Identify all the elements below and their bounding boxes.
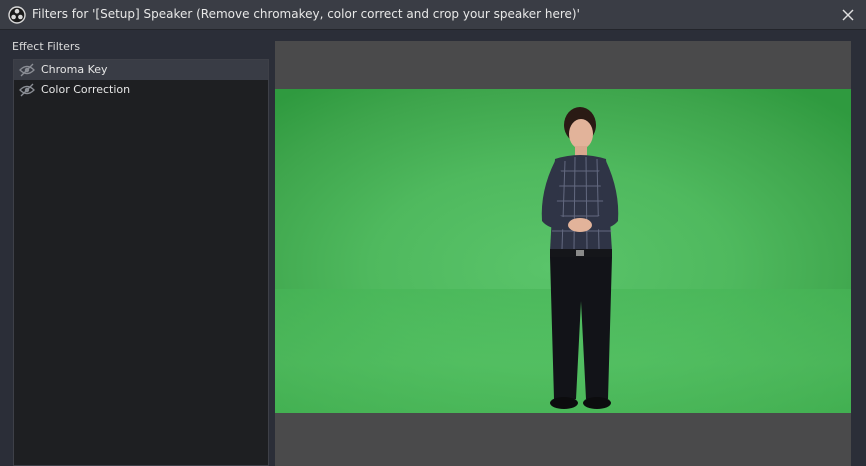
window-title: Filters for '[Setup] Speaker (Remove chr… (32, 7, 580, 21)
filter-item-label: Chroma Key (41, 63, 108, 76)
effect-filters-list[interactable]: Chroma Key Color Correction (13, 59, 269, 466)
eye-hidden-icon[interactable] (19, 63, 35, 77)
filter-item-color-correction[interactable]: Color Correction (14, 80, 268, 100)
dialog-content: Effect Filters Chroma Key Color Correcti… (0, 30, 866, 466)
speaker-figure (541, 107, 619, 409)
title-bar: Filters for '[Setup] Speaker (Remove chr… (0, 0, 866, 30)
filter-item-label: Color Correction (41, 83, 131, 96)
eye-hidden-icon[interactable] (19, 83, 35, 97)
preview-video-frame (275, 89, 851, 413)
effect-filters-label: Effect Filters (12, 40, 81, 53)
source-preview (275, 41, 851, 466)
filter-item-chroma-key[interactable]: Chroma Key (14, 60, 268, 80)
close-icon[interactable] (838, 5, 858, 25)
obs-logo-icon (8, 6, 26, 24)
